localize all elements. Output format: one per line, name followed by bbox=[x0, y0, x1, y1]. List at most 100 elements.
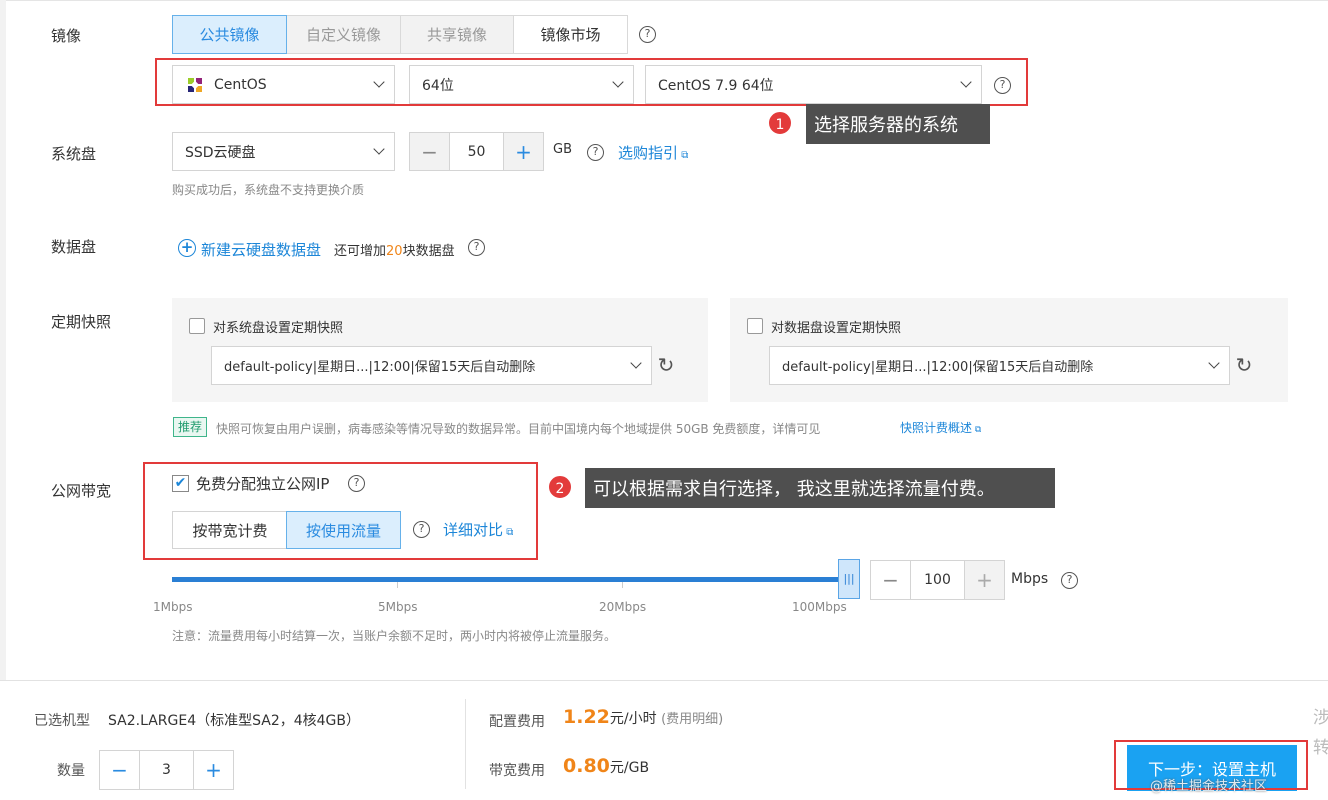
data-disk-extra: 还可增加20块数据盘 bbox=[334, 240, 455, 259]
side-text: 涉 转 bbox=[1313, 708, 1328, 758]
bandwidth-value[interactable]: 100 bbox=[910, 561, 965, 599]
free-ip-checkbox[interactable]: ✔ bbox=[172, 475, 189, 492]
tab-image-market[interactable]: 镜像市场 bbox=[513, 15, 628, 54]
system-disk-size-stepper[interactable]: − 50 + bbox=[409, 132, 544, 171]
bits-select-value: 64位 bbox=[422, 77, 454, 94]
data-disk-extra-prefix: 还可增加 bbox=[334, 244, 387, 259]
purchase-guide-link[interactable]: 选购指引 ⧉ bbox=[618, 142, 688, 163]
version-select[interactable]: CentOS 7.9 64位 bbox=[645, 65, 982, 104]
help-icon[interactable]: ? bbox=[1061, 572, 1078, 589]
bandwidth-slider-fill bbox=[172, 577, 848, 582]
bandwidth-fee-label: 带宽费用 bbox=[489, 763, 545, 779]
help-icon[interactable]: ? bbox=[994, 77, 1011, 94]
chevron-down-icon bbox=[1208, 357, 1220, 369]
snapshot-billing-link[interactable]: 快照计费概述 ⧉ bbox=[900, 419, 981, 436]
compare-link[interactable]: 详细对比 ⧉ bbox=[443, 519, 513, 540]
chevron-down-icon bbox=[630, 357, 642, 369]
external-link-icon: ⧉ bbox=[678, 150, 689, 161]
callout-badge-1: 1 bbox=[767, 110, 793, 136]
os-select[interactable]: CentOS bbox=[172, 65, 395, 104]
image-label: 镜像 bbox=[51, 27, 82, 45]
slider-tick bbox=[622, 582, 623, 588]
bill-by-traffic-button[interactable]: 按使用流量 bbox=[286, 511, 401, 549]
data-snapshot-checkbox[interactable] bbox=[747, 318, 763, 334]
external-link-icon: ⧉ bbox=[972, 425, 982, 435]
data-disk-label: 数据盘 bbox=[51, 238, 97, 256]
system-snapshot-checkbox[interactable] bbox=[189, 318, 205, 334]
version-select-value: CentOS 7.9 64位 bbox=[658, 77, 774, 94]
system-disk-size-value[interactable]: 50 bbox=[449, 133, 504, 170]
increase-button[interactable]: + bbox=[504, 133, 543, 170]
callout-badge-2: 2 bbox=[547, 474, 573, 500]
system-disk-hint: 购买成功后，系统盘不支持更换介质 bbox=[172, 183, 365, 197]
slider-mark-100: 100Mbps bbox=[792, 600, 847, 614]
bandwidth-note: 注意：流量费用每小时结算一次，当账户余额不足时，两小时内将被停止流量服务。 bbox=[172, 629, 617, 643]
help-icon[interactable]: ? bbox=[468, 239, 485, 256]
bill-by-bandwidth-button[interactable]: 按带宽计费 bbox=[172, 511, 288, 549]
callout-os: 选择服务器的系统 bbox=[806, 104, 990, 144]
decrease-button[interactable]: − bbox=[100, 751, 139, 789]
chevron-down-icon bbox=[612, 76, 624, 88]
tab-custom-image[interactable]: 自定义镜像 bbox=[286, 15, 401, 54]
bandwidth-stepper[interactable]: − 100 + bbox=[870, 560, 1005, 600]
slider-mark-20: 20Mbps bbox=[599, 600, 647, 614]
fee-detail-link[interactable]: (费用明细) bbox=[661, 712, 723, 727]
help-icon[interactable]: ? bbox=[413, 521, 430, 538]
help-icon[interactable]: ? bbox=[587, 144, 604, 161]
quantity-label: 数量 bbox=[57, 763, 85, 779]
system-snapshot-box: 对系统盘设置定期快照 default-policy|星期日...|12:00|保… bbox=[172, 298, 708, 402]
system-disk-type-value: SSD云硬盘 bbox=[185, 144, 256, 161]
system-disk-type-select[interactable]: SSD云硬盘 bbox=[172, 132, 395, 171]
refresh-icon[interactable]: ↻ bbox=[656, 355, 676, 375]
help-icon[interactable]: ? bbox=[639, 26, 656, 43]
os-select-value: CentOS bbox=[214, 76, 267, 93]
tab-shared-image[interactable]: 共享镜像 bbox=[400, 15, 514, 54]
slider-mark-5: 5Mbps bbox=[378, 600, 418, 614]
config-fee-unit: 元/小时 bbox=[609, 711, 657, 727]
slider-handle[interactable]: ||| bbox=[838, 559, 860, 599]
increase-button[interactable]: + bbox=[194, 751, 233, 789]
increase-button[interactable]: + bbox=[965, 561, 1004, 599]
bits-select[interactable]: 64位 bbox=[409, 65, 634, 104]
free-ip-label: 免费分配独立公网IP bbox=[196, 475, 330, 493]
snapshot-note: 快照可恢复由用户误删，病毒感染等情况导致的数据异常。目前中国境内每个地域提供 5… bbox=[216, 422, 821, 436]
bandwidth-slider-track[interactable] bbox=[172, 577, 848, 582]
chevron-down-icon bbox=[373, 143, 385, 155]
data-snapshot-policy-value: default-policy|星期日...|12:00|保留15天后自动删除 bbox=[782, 360, 1094, 375]
system-disk-label: 系统盘 bbox=[51, 145, 97, 163]
bandwidth-fee-value: 0.80 bbox=[563, 755, 610, 777]
slider-tick bbox=[397, 582, 398, 588]
callout-bandwidth: 可以根据需求自行选择， 我这里就选择流量付费。 bbox=[585, 468, 1055, 508]
selected-model-value: SA2.LARGE4（标准型SA2，4核4GB） bbox=[108, 713, 361, 729]
data-disk-extra-suffix: 块数据盘 bbox=[402, 244, 455, 259]
chevron-down-icon bbox=[373, 76, 385, 88]
help-icon[interactable]: ? bbox=[348, 475, 365, 492]
data-snapshot-box: 对数据盘设置定期快照 default-policy|星期日...|12:00|保… bbox=[730, 298, 1288, 402]
quantity-value[interactable]: 3 bbox=[139, 751, 194, 789]
config-fee-label: 配置费用 bbox=[489, 714, 545, 730]
centos-logo-icon bbox=[188, 77, 202, 92]
refresh-icon[interactable]: ↻ bbox=[1234, 355, 1254, 375]
add-circle-icon[interactable]: + bbox=[178, 239, 196, 257]
decrease-button[interactable]: − bbox=[410, 133, 449, 170]
data-snapshot-checkbox-label: 对数据盘设置定期快照 bbox=[771, 321, 902, 336]
selected-model-label: 已选机型 bbox=[34, 713, 90, 729]
data-snapshot-policy-select[interactable]: default-policy|星期日...|12:00|保留15天后自动删除 bbox=[769, 346, 1230, 385]
quantity-stepper[interactable]: − 3 + bbox=[99, 750, 234, 790]
tab-public-image[interactable]: 公共镜像 bbox=[172, 15, 287, 54]
snapshot-label: 定期快照 bbox=[51, 313, 112, 331]
chevron-down-icon bbox=[960, 76, 972, 88]
bandwidth-fee-unit: 元/GB bbox=[609, 760, 650, 776]
footer-divider bbox=[465, 699, 466, 789]
purchase-guide-link-text: 选购指引 bbox=[618, 144, 679, 162]
system-snapshot-checkbox-label: 对系统盘设置定期快照 bbox=[213, 321, 344, 336]
system-snapshot-policy-select[interactable]: default-policy|星期日...|12:00|保留15天后自动删除 bbox=[211, 346, 652, 385]
recommend-tag: 推荐 bbox=[173, 417, 208, 437]
config-fee: 1.22元/小时 (费用明细) bbox=[563, 706, 723, 728]
system-disk-unit: GB bbox=[553, 142, 572, 157]
watermark: @稀土掘金技术社区 bbox=[1150, 779, 1268, 794]
slider-mark-1: 1Mbps bbox=[153, 600, 193, 614]
system-snapshot-policy-value: default-policy|星期日...|12:00|保留15天后自动删除 bbox=[224, 360, 536, 375]
add-data-disk-link[interactable]: 新建云硬盘数据盘 bbox=[201, 239, 321, 260]
decrease-button[interactable]: − bbox=[871, 561, 910, 599]
